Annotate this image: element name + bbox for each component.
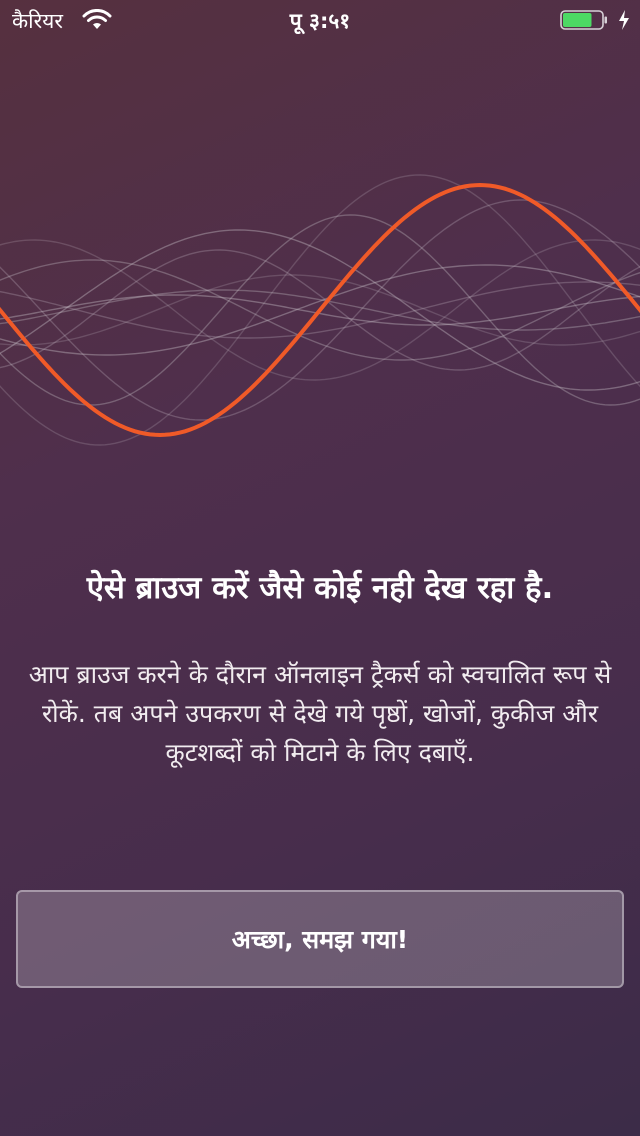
sound-wave-illustration bbox=[0, 174, 640, 446]
got-it-button[interactable]: अच्छा, समझ गया! bbox=[16, 890, 624, 988]
onboarding-headline: ऐसे ब्राउज करें जैसे कोई नही देख रहा है. bbox=[86, 570, 554, 606]
onboarding-description: आप ब्राउज करने के दौरान ऑनलाइन ट्रैकर्स … bbox=[28, 660, 612, 767]
status-time: पू ३:५१ bbox=[289, 9, 351, 33]
battery-icon bbox=[560, 10, 607, 30]
status-bar: कैरियर पू ३:५१ bbox=[0, 0, 640, 40]
accent-wave-line bbox=[0, 182, 640, 438]
charging-bolt-icon bbox=[619, 10, 629, 30]
